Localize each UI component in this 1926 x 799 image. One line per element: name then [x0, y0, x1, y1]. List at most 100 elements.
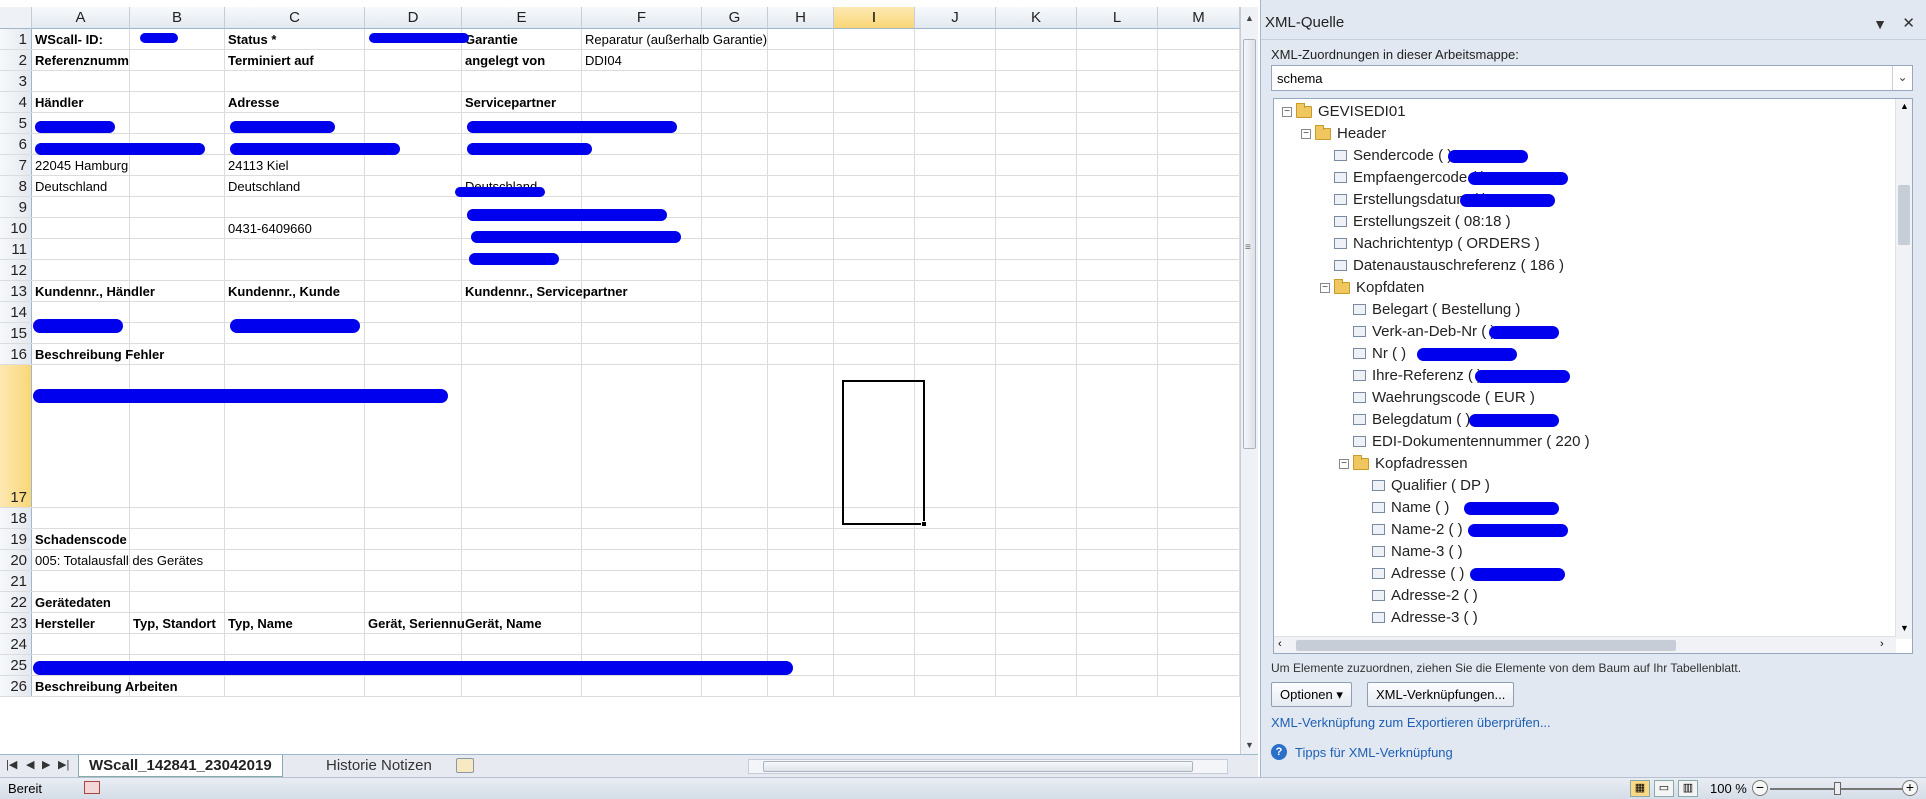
cell-l18[interactable] [1077, 508, 1158, 528]
cell-j10[interactable] [915, 218, 996, 238]
cell-m6[interactable] [1158, 134, 1240, 154]
cell-m23[interactable] [1158, 613, 1240, 633]
cell-b4[interactable] [130, 92, 225, 112]
cell-a13[interactable]: Kundennr., Händler [32, 281, 155, 301]
cell-c2[interactable]: Terminiert auf [225, 50, 365, 70]
tree-folder-node[interactable]: − Kopfdaten [1320, 278, 1424, 296]
cell-d19[interactable] [365, 529, 462, 549]
cell-a1[interactable]: WScall- ID: [32, 29, 130, 49]
cell-i10[interactable] [834, 218, 915, 238]
xml-tree[interactable]: − GEVISEDI01− Header Sendercode ( ) Empfaeng… [1273, 98, 1913, 654]
cell-g11[interactable] [702, 239, 768, 259]
cell-g5[interactable] [702, 113, 768, 133]
tips-link-row[interactable]: ? Tipps für XML-Verknüpfung [1271, 744, 1453, 760]
cell-i7[interactable] [834, 155, 915, 175]
cell-g19[interactable] [702, 529, 768, 549]
cell-i11[interactable] [834, 239, 915, 259]
cell-m24[interactable] [1158, 634, 1240, 654]
cell-i23[interactable] [834, 613, 915, 633]
cell-k1[interactable] [996, 29, 1077, 49]
cell-m18[interactable] [1158, 508, 1240, 528]
cell-e13[interactable]: Kundennr., Servicepartner [462, 281, 628, 301]
cell-l11[interactable] [1077, 239, 1158, 259]
cell-m14[interactable] [1158, 302, 1240, 322]
cell-k4[interactable] [996, 92, 1077, 112]
cell-l7[interactable] [1077, 155, 1158, 175]
cell-l3[interactable] [1077, 71, 1158, 91]
cell-h8[interactable] [768, 176, 834, 196]
cell-i8[interactable] [834, 176, 915, 196]
cell-c18[interactable] [225, 508, 365, 528]
cell-e24[interactable] [462, 634, 582, 654]
tree-leaf-node[interactable]: Nachrichtentyp ( ORDERS ) [1320, 235, 1540, 252]
cell-e17[interactable] [462, 365, 582, 507]
cell-l25[interactable] [1077, 655, 1158, 675]
cell-i4[interactable] [834, 92, 915, 112]
cell-d5[interactable] [365, 113, 462, 133]
tree-leaf-node[interactable]: Empfaengercode ( ) [1320, 169, 1486, 186]
cell-c13[interactable]: Kundennr., Kunde [225, 281, 365, 301]
cell-j2[interactable] [915, 50, 996, 70]
zoom-slider-knob[interactable] [1834, 782, 1841, 795]
tree-leaf-node[interactable]: EDI-Dokumentennummer ( 220 ) [1339, 433, 1590, 450]
tree-leaf-node[interactable]: Erstellungszeit ( 08:18 ) [1320, 213, 1511, 230]
cell-g3[interactable] [702, 71, 768, 91]
tree-leaf-node[interactable]: Sendercode ( ) [1320, 147, 1452, 164]
cell-j22[interactable] [915, 592, 996, 612]
insert-sheet-icon[interactable] [456, 758, 474, 773]
cell-f2[interactable]: DDI04 [582, 50, 702, 70]
cell-k22[interactable] [996, 592, 1077, 612]
cell-i5[interactable] [834, 113, 915, 133]
row-header[interactable]: 1 [0, 29, 32, 49]
row-header[interactable]: 5 [0, 113, 32, 133]
next-sheet-icon[interactable]: ▶ [42, 758, 50, 771]
cell-h10[interactable] [768, 218, 834, 238]
cell-l12[interactable] [1077, 260, 1158, 280]
cell-c11[interactable] [225, 239, 365, 259]
cell-c20[interactable] [225, 550, 365, 570]
cell-m12[interactable] [1158, 260, 1240, 280]
cell-a2[interactable]: Referenznumm [32, 50, 130, 70]
active-cell-selection[interactable] [842, 380, 927, 527]
cell-d20[interactable] [365, 550, 462, 570]
cell-e3[interactable] [462, 71, 582, 91]
cell-k26[interactable] [996, 676, 1077, 696]
normal-view-button[interactable]: ▦ [1630, 780, 1650, 797]
cell-h23[interactable] [768, 613, 834, 633]
cell-l6[interactable] [1077, 134, 1158, 154]
cell-l16[interactable] [1077, 344, 1158, 364]
page-layout-button[interactable]: ▭ [1654, 780, 1674, 797]
cell-d4[interactable] [365, 92, 462, 112]
cell-f4[interactable] [582, 92, 702, 112]
row-header[interactable]: 23 [0, 613, 32, 633]
pane-menu-icon[interactable]: ▼ [1873, 16, 1887, 32]
cell-d7[interactable] [365, 155, 462, 175]
cell-e21[interactable] [462, 571, 582, 591]
cell-b18[interactable] [130, 508, 225, 528]
column-header-a[interactable]: A [32, 7, 130, 29]
column-header-i[interactable]: I [834, 7, 915, 29]
cell-d24[interactable] [365, 634, 462, 654]
cell-m7[interactable] [1158, 155, 1240, 175]
cell-g14[interactable] [702, 302, 768, 322]
cell-l4[interactable] [1077, 92, 1158, 112]
column-header-b[interactable]: B [130, 7, 225, 29]
row-header[interactable]: 7 [0, 155, 32, 175]
row-header[interactable]: 20 [0, 550, 32, 570]
row-header[interactable]: 6 [0, 134, 32, 154]
cell-d15[interactable] [365, 323, 462, 343]
tips-link[interactable]: Tipps für XML-Verknüpfung [1295, 745, 1453, 760]
cell-d10[interactable] [365, 218, 462, 238]
sheet-tab-historie[interactable]: Historie Notizen [316, 755, 442, 777]
tree-scroll-thumb[interactable] [1898, 185, 1910, 245]
row-header[interactable]: 9 [0, 197, 32, 217]
cell-l15[interactable] [1077, 323, 1158, 343]
cell-e4[interactable]: Servicepartner [462, 92, 582, 112]
cell-j20[interactable] [915, 550, 996, 570]
cell-c8[interactable]: Deutschland [225, 176, 365, 196]
cell-h14[interactable] [768, 302, 834, 322]
fill-handle[interactable] [921, 521, 927, 527]
cell-g4[interactable] [702, 92, 768, 112]
cell-d16[interactable] [365, 344, 462, 364]
column-header-e[interactable]: E [462, 7, 582, 29]
